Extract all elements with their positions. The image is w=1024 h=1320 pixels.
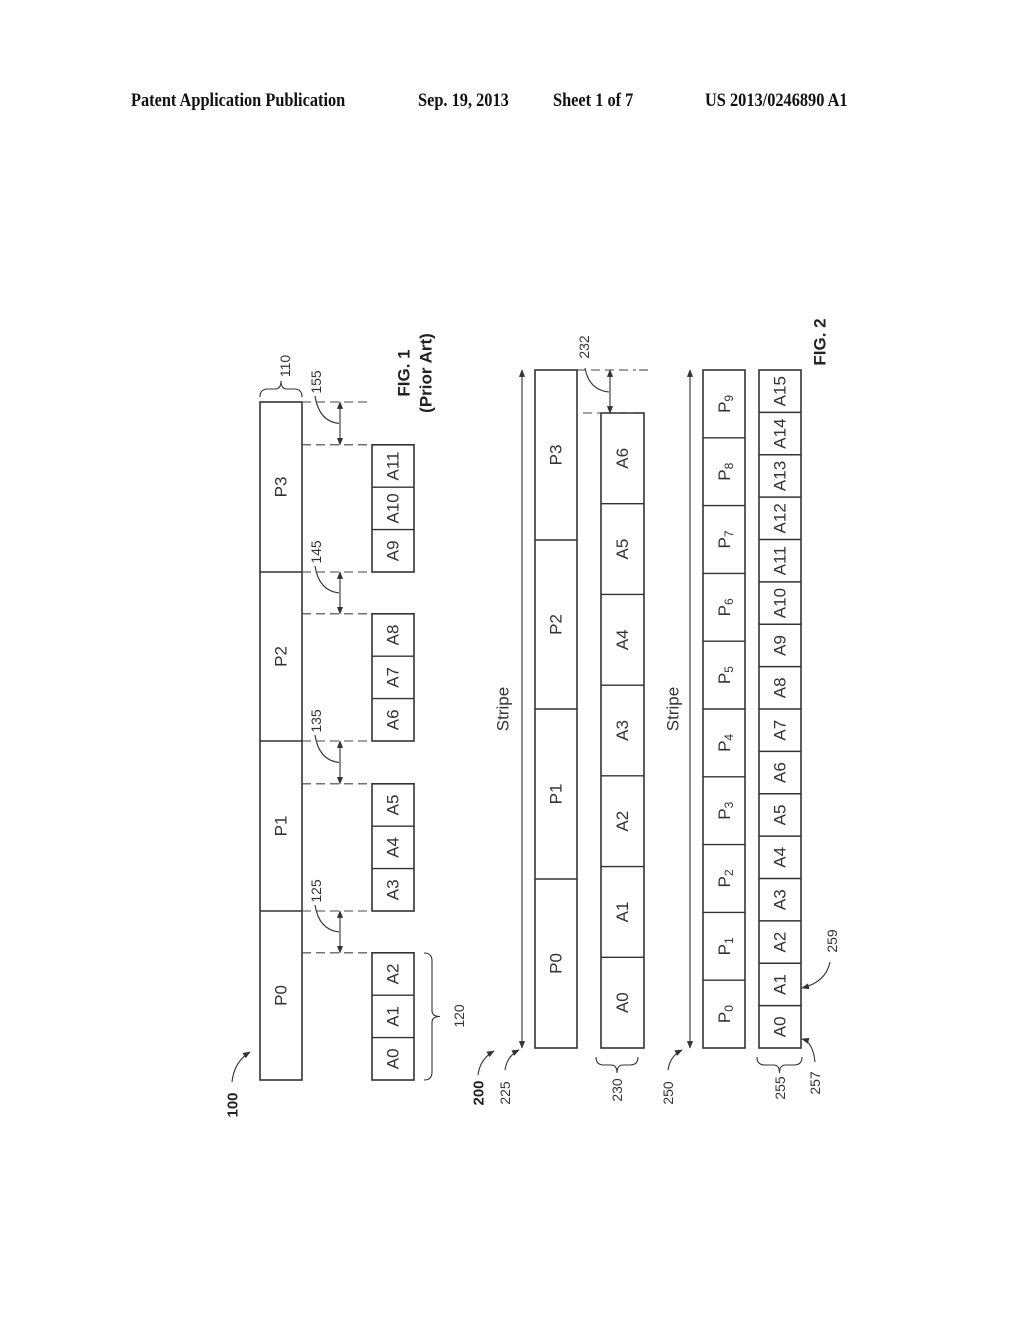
- figure-1-caption: FIG. 1: [395, 349, 414, 396]
- patent-drawing: P0 P1 P2 P3 A0 A1 A2 125 A3 A4 A5 135 A6 A7 A8 145 A9 A10…: [225, 318, 841, 1117]
- parity-block-label: P1: [272, 816, 291, 837]
- boundary-reference: 259: [824, 929, 840, 953]
- gap-reference-number: 155: [308, 370, 324, 394]
- stripe-reference-arrow: [667, 1049, 683, 1071]
- parity-bar-brace: [259, 380, 303, 398]
- data-block-label: A15: [771, 376, 790, 406]
- data-block-label: A11: [384, 452, 403, 481]
- stripe-reference: 250: [660, 1081, 676, 1105]
- data-block-label: A12: [771, 503, 790, 533]
- figure-2-reference: 200: [471, 1080, 488, 1105]
- data-block-label: A9: [771, 635, 790, 656]
- parity-block-label: P0: [272, 985, 291, 1006]
- data-block-label: A2: [613, 811, 632, 832]
- data-block-label: A10: [384, 493, 403, 523]
- data-block-label: A2: [384, 964, 403, 985]
- data-block-label: A6: [613, 448, 632, 469]
- data-block-label: A1: [613, 902, 632, 923]
- data-block-label: A0: [613, 992, 632, 1013]
- boundary-reference-arrow: [801, 1037, 816, 1063]
- gap-leader-line: [314, 565, 340, 594]
- data-bar-brace: [756, 1056, 803, 1074]
- data-block-label: A4: [384, 837, 403, 858]
- data-block-label: A14: [771, 418, 790, 448]
- figure-2-arrow: [477, 1050, 495, 1076]
- data-block-label: A7: [384, 667, 403, 688]
- gap-reference-number: 145: [308, 540, 324, 564]
- parity-block-label: P0: [547, 953, 566, 974]
- data-block-label: A1: [771, 974, 790, 995]
- data-block-label: A4: [613, 629, 632, 650]
- data-bar-reference: 230: [609, 1078, 625, 1102]
- stripe-label: Stripe: [664, 687, 683, 731]
- parity-bar-reference: 110: [277, 355, 293, 378]
- stripe-reference: 225: [497, 1081, 513, 1105]
- gap-reference-number: 232: [576, 335, 592, 359]
- data-block-label: A7: [771, 720, 790, 741]
- data-bar-reference: 255: [772, 1076, 788, 1100]
- stripe-label: Stripe: [494, 687, 513, 731]
- data-block-label: A4: [771, 847, 790, 868]
- data-block-label: A2: [771, 932, 790, 953]
- parity-block-label: P2: [547, 614, 566, 635]
- data-block-label: A3: [771, 889, 790, 910]
- data-bar-brace: [595, 1056, 639, 1074]
- figure-1-reference: 100: [225, 1092, 242, 1117]
- data-block-label: A11: [771, 546, 790, 575]
- gap-leader-line: [314, 904, 340, 933]
- data-block-label: A13: [771, 461, 790, 491]
- gap-leader-line: [314, 734, 340, 763]
- data-block-label: A6: [771, 762, 790, 783]
- gap-leader-line: [314, 395, 340, 424]
- gap-leader-line: [584, 367, 610, 393]
- data-block-label: A3: [613, 720, 632, 741]
- data-block-label: A0: [384, 1048, 403, 1069]
- gap-reference-number: 125: [308, 879, 324, 903]
- data-block-label: A3: [384, 879, 403, 900]
- figure-1-caption-sub: (Prior Art): [417, 333, 436, 413]
- data-block-label: A8: [771, 677, 790, 698]
- data-block-label: A5: [771, 805, 790, 826]
- data-block-label: A5: [613, 539, 632, 560]
- data-block-label: A0: [771, 1016, 790, 1037]
- parity-block-label: P3: [272, 477, 291, 498]
- figure-1-arrow: [231, 1051, 251, 1083]
- data-block-label: A5: [384, 795, 403, 816]
- figure-2-caption: FIG. 2: [811, 318, 830, 365]
- boundary-reference-arrow: [801, 961, 831, 990]
- gap-reference-number: 135: [308, 709, 324, 733]
- data-block-label: A8: [384, 625, 403, 646]
- figure-2: Stripe P0 P1 P2 P3 A0 A1 A2 A3 A4 A5 A6 232 200 225 230…: [471, 318, 841, 1105]
- data-block-label: A10: [771, 588, 790, 618]
- data-group-reference: 120: [451, 1004, 467, 1028]
- figure-1: P0 P1 P2 P3 A0 A1 A2 125 A3 A4 A5 135 A6 A7 A8 145 A9 A10…: [225, 333, 468, 1117]
- parity-block-label: P2: [272, 646, 291, 667]
- parity-block-label: P1: [547, 784, 566, 805]
- stripe-reference-arrow: [504, 1049, 520, 1071]
- boundary-reference: 257: [807, 1071, 823, 1095]
- parity-block-label: P3: [547, 445, 566, 466]
- data-block-label: A6: [384, 709, 403, 730]
- data-group-brace: [423, 952, 441, 1081]
- data-block-label: A9: [384, 540, 403, 561]
- data-block-label: A1: [384, 1006, 403, 1027]
